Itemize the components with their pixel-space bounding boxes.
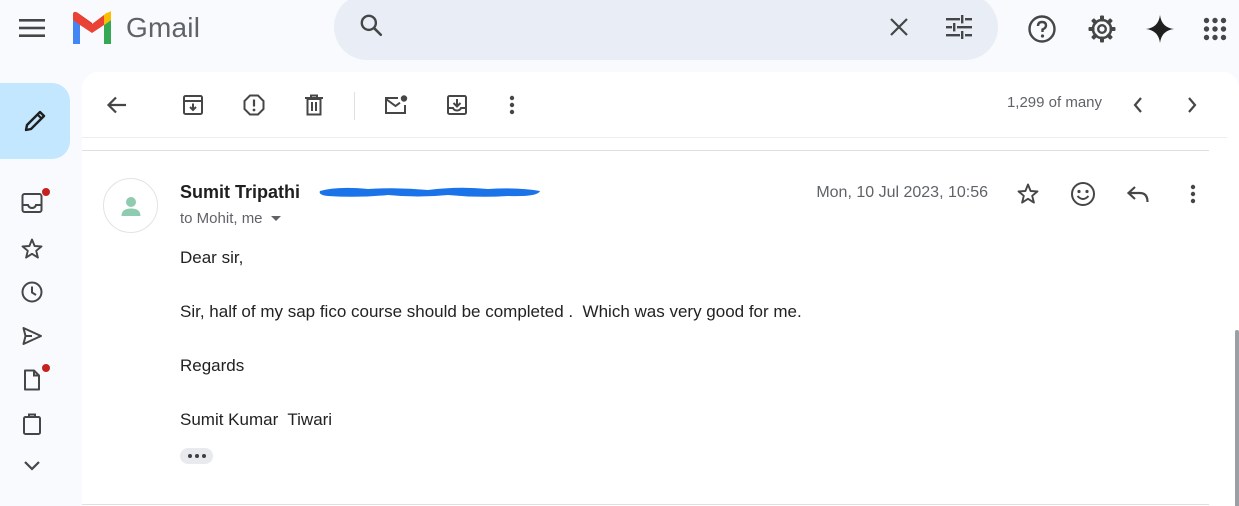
gemini-icon (1146, 15, 1174, 43)
body-closing: Regards (180, 356, 245, 375)
message-panel: 1,299 of many Sumit Tripathi to Mohit, m… (82, 72, 1239, 506)
sidebar-more-button[interactable] (12, 450, 52, 482)
sidebar-item-snoozed[interactable] (12, 276, 52, 308)
search-icon (360, 14, 383, 37)
pencil-icon (24, 110, 46, 132)
unread-badge (41, 187, 51, 197)
clock-icon (21, 281, 43, 303)
message-end-divider (82, 504, 1209, 505)
star-message-button[interactable] (1008, 174, 1048, 214)
mark-unread-button[interactable] (376, 85, 416, 125)
chevron-down-icon (24, 461, 40, 471)
gmail-logo (73, 11, 111, 44)
report-spam-button[interactable] (234, 85, 274, 125)
sidebar-item-drafts[interactable] (12, 363, 52, 396)
scrollbar-thumb[interactable] (1235, 330, 1239, 506)
sidebar-item-inbox[interactable] (12, 187, 52, 219)
delete-button[interactable] (294, 85, 334, 125)
recipient-details-toggle[interactable]: to Mohit, me (180, 210, 281, 227)
more-vert-icon (509, 95, 515, 115)
body-signature: Sumit Kumar Tiwari (180, 410, 333, 429)
chevron-right-icon (1188, 97, 1197, 113)
body-paragraph: Sir, half of my sap fico course should b… (180, 302, 802, 321)
menu-icon (19, 19, 45, 37)
tune-icon (946, 15, 972, 39)
sidebar-item-sent[interactable] (12, 320, 52, 352)
top-bar: Gmail (0, 0, 1239, 60)
redacted-email-address (319, 187, 540, 197)
recipients-text: to Mohit, me (180, 210, 263, 227)
google-apps-button[interactable] (1195, 9, 1235, 49)
star-icon (21, 238, 43, 259)
sender-name[interactable]: Sumit Tripathi (180, 182, 300, 203)
toolbar-separator (354, 92, 355, 120)
clipboard-icon (23, 413, 41, 435)
add-reaction-button[interactable] (1063, 174, 1103, 214)
older-button[interactable] (1172, 85, 1212, 125)
sender-avatar[interactable] (103, 178, 158, 233)
caret-down-icon (270, 216, 281, 221)
search-bar (334, 0, 998, 60)
message-toolbar: 1,299 of many (82, 72, 1227, 138)
archive-icon (183, 95, 203, 115)
inbox-icon (21, 193, 43, 213)
body-greeting: Dear sir, (180, 248, 244, 267)
search-options-button[interactable] (940, 8, 978, 46)
emoji-icon (1071, 182, 1095, 206)
show-trimmed-content-button[interactable] (180, 448, 213, 464)
mark-unread-icon (385, 95, 408, 114)
gmail-logo-link[interactable]: Gmail (70, 10, 200, 46)
report-spam-icon (243, 94, 265, 116)
reply-icon (1126, 186, 1149, 203)
ellipsis-dot (194, 454, 199, 458)
sidebar-item-purchases[interactable] (12, 408, 52, 440)
apps-grid-icon (1203, 17, 1227, 41)
settings-button[interactable] (1082, 9, 1122, 49)
drafts-badge (41, 363, 51, 373)
sidebar-item-starred[interactable] (12, 233, 52, 265)
archive-button[interactable] (173, 85, 213, 125)
star-icon (1017, 183, 1039, 204)
chevron-left-icon (1133, 97, 1142, 113)
send-icon (22, 327, 42, 345)
draft-icon (24, 369, 40, 391)
back-arrow-icon (106, 96, 126, 114)
reply-button[interactable] (1118, 174, 1158, 214)
main-menu-button[interactable] (10, 6, 54, 50)
gemini-button[interactable] (1140, 9, 1180, 49)
compose-button[interactable] (0, 83, 70, 159)
newer-button[interactable] (1118, 85, 1158, 125)
move-to-button[interactable] (437, 85, 477, 125)
more-actions-button[interactable] (492, 85, 532, 125)
search-input[interactable] (404, 12, 874, 40)
message-more-button[interactable] (1173, 174, 1213, 214)
support-button[interactable] (1022, 9, 1062, 49)
message-date: Mon, 10 Jul 2023, 10:56 (816, 184, 988, 201)
ellipsis-dot (201, 454, 206, 458)
more-vert-icon (1190, 184, 1196, 204)
message-count: 1,299 of many (1006, 94, 1102, 111)
clear-search-button[interactable] (880, 8, 918, 46)
app-title: Gmail (126, 12, 201, 43)
delete-icon (305, 94, 323, 116)
close-icon (890, 18, 908, 36)
back-button[interactable] (97, 85, 137, 125)
search-button[interactable] (354, 8, 388, 42)
person-icon (121, 196, 140, 216)
ellipsis-dot (187, 454, 192, 458)
help-icon (1028, 15, 1056, 43)
settings-icon (1088, 15, 1116, 43)
move-to-icon (447, 95, 467, 115)
header-divider (82, 150, 1209, 151)
